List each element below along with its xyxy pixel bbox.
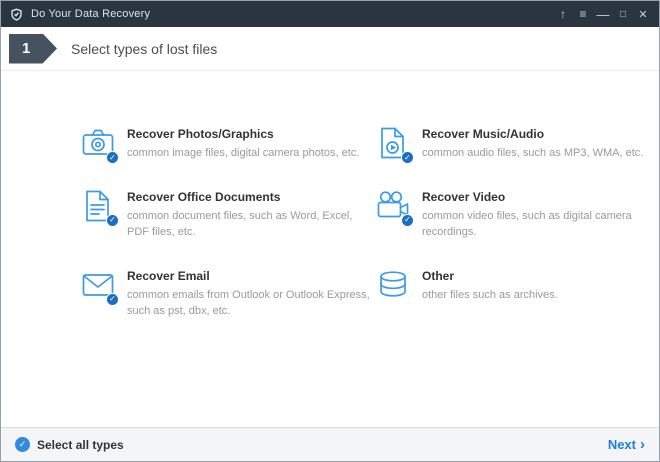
- close-button[interactable]: ✕: [633, 1, 653, 27]
- file-type-text: Recover Office Documents common document…: [127, 189, 376, 241]
- bottom-bar: ✓ Select all types Next ›: [1, 427, 659, 461]
- file-type-description: other files such as archives.: [422, 288, 558, 301]
- step-number-badge: 1: [9, 33, 57, 64]
- file-type-title: Recover Office Documents: [127, 189, 281, 204]
- checked-badge-icon: ✓: [401, 151, 414, 164]
- checked-badge-icon: ✓: [106, 213, 119, 227]
- file-type-title: Other: [422, 268, 455, 283]
- minimize-button[interactable]: —: [593, 1, 613, 27]
- envelope-icon: ✓: [81, 268, 119, 306]
- chevron-right-icon: ›: [640, 436, 645, 453]
- checked-badge-icon: ✓: [106, 292, 119, 306]
- upgrade-arrow-button[interactable]: ↑: [553, 1, 573, 27]
- file-type-text: Other other files such as archives.: [422, 268, 558, 304]
- maximize-button[interactable]: □: [613, 1, 633, 27]
- file-type-video[interactable]: ✓ Recover Video common video files, such…: [376, 189, 647, 241]
- file-type-music[interactable]: ✓ Recover Music/Audio common audio files…: [376, 126, 647, 164]
- file-type-description: common audio files, such as MP3, WMA, et…: [422, 147, 644, 159]
- disk-stack-icon: ✓: [376, 268, 411, 303]
- menu-button[interactable]: ≡: [573, 1, 593, 27]
- file-type-title: Recover Video: [422, 189, 506, 204]
- file-type-description: common image files, digital camera photo…: [127, 147, 360, 159]
- file-type-title: Recover Email: [127, 268, 210, 283]
- file-type-description: common document files, such as Word, Exc…: [127, 209, 353, 239]
- checked-badge-icon: ✓: [106, 151, 119, 164]
- file-type-text: Recover Email common emails from Outlook…: [127, 268, 376, 320]
- step-header: 1 Select types of lost files: [1, 27, 659, 71]
- music-file-icon: ✓: [376, 126, 414, 164]
- file-type-text: Recover Photos/Graphics common image fil…: [127, 126, 359, 162]
- document-icon: ✓: [81, 189, 119, 227]
- file-type-selection-area: ✓ Recover Photos/Graphics common image f…: [1, 71, 659, 427]
- file-type-title: Recover Music/Audio: [422, 127, 545, 141]
- file-type-email[interactable]: ✓ Recover Email common emails from Outlo…: [81, 268, 376, 320]
- file-type-grid: ✓ Recover Photos/Graphics common image f…: [81, 126, 647, 320]
- titlebar: Do Your Data Recovery ↑ ≡ — □ ✕: [1, 1, 659, 27]
- select-all-label: Select all types: [37, 437, 124, 452]
- file-type-other[interactable]: ✓ Other other files such as archives.: [376, 268, 647, 320]
- file-type-documents[interactable]: ✓ Recover Office Documents common docume…: [81, 189, 376, 241]
- next-label: Next: [607, 437, 636, 452]
- next-button[interactable]: Next ›: [608, 437, 645, 452]
- file-type-photos[interactable]: ✓ Recover Photos/Graphics common image f…: [81, 126, 376, 164]
- checked-badge-icon: ✓: [401, 213, 414, 227]
- file-type-title: Recover Photos/Graphics: [127, 127, 274, 141]
- window-title: Do Your Data Recovery: [31, 8, 151, 20]
- app-shield-logo-icon: [9, 7, 24, 22]
- file-type-text: Recover Video common video files, such a…: [422, 189, 647, 241]
- step-title: Select types of lost files: [71, 40, 218, 57]
- file-type-description: common emails from Outlook or Outlook Ex…: [127, 288, 370, 318]
- camera-icon: ✓: [81, 126, 119, 164]
- file-type-description: common video files, such as digital came…: [422, 209, 632, 239]
- select-all-types-toggle[interactable]: ✓ Select all types: [15, 437, 124, 452]
- file-type-text: Recover Music/Audio common audio files, …: [422, 126, 643, 162]
- select-all-check-icon[interactable]: ✓: [15, 437, 30, 452]
- video-camera-icon: ✓: [376, 189, 414, 227]
- app-window: Do Your Data Recovery ↑ ≡ — □ ✕ 1 Select…: [0, 0, 660, 462]
